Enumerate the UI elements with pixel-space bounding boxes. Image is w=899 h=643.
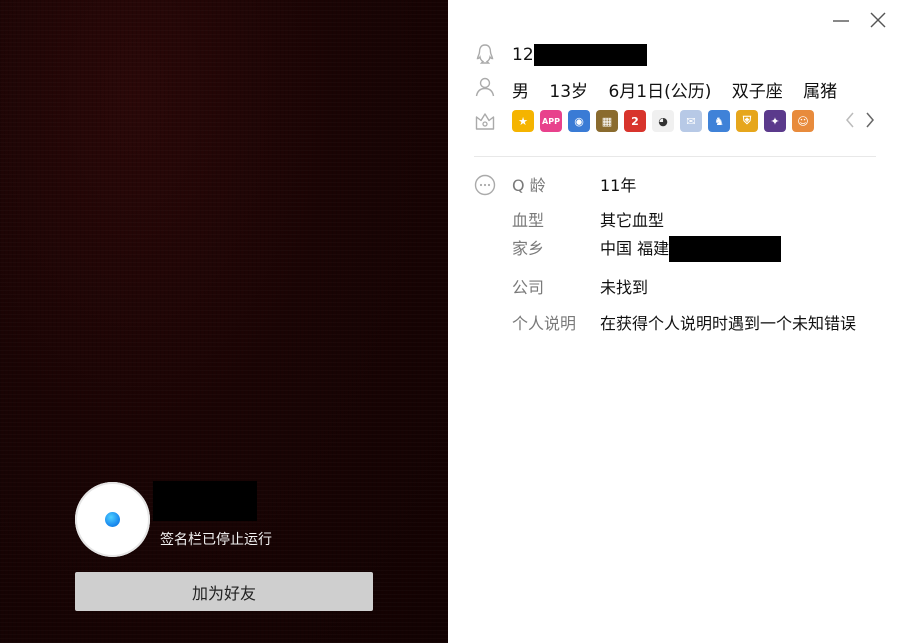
detail-value: 中国 福建 [600,239,670,258]
detail-value: 11年 [600,176,637,195]
red-gem-badge-icon[interactable]: 2 [624,110,646,132]
detail-value: 其它血型 [600,211,665,230]
detail-value: 未找到 [600,278,649,297]
shield-badge-icon[interactable]: ⛨ [736,110,758,132]
signature-text: 签名栏已停止运行 [160,532,272,548]
qq-number-prefix: 12 [512,45,534,65]
avatar[interactable] [75,482,150,557]
age: 13岁 [549,82,589,102]
detail-row-hometown: 家乡 中国 福建 [512,236,782,262]
badge-list: ★ APP ◉ ▦ 2 ◕ ✉ ♞ ⛨ ✦ ☺ [512,110,814,132]
prev-arrow-icon[interactable] [842,109,858,131]
divider [474,156,876,157]
detail-row-blood-type: 血型 其它血型 [512,207,664,231]
zodiac-sign: 双子座 [731,82,783,102]
detail-label: 血型 [512,211,545,230]
camera-badge-icon[interactable]: ◉ [568,110,590,132]
cow-badge-icon[interactable]: ◕ [652,110,674,132]
qq-number-redacted [533,44,647,66]
magic-wand-badge-icon[interactable]: ✦ [764,110,786,132]
monkey-badge-icon[interactable]: ☺ [792,110,814,132]
detail-row-qage: Q 龄 11年 [512,172,636,196]
detail-label: 公司 [512,278,545,297]
hometown-redacted [669,236,782,262]
detail-row-company: 公司 未找到 [512,274,648,298]
penguin-icon [476,44,494,64]
close-button[interactable] [868,10,888,30]
chinese-zodiac: 属猪 [803,82,838,102]
minimize-icon [833,20,849,22]
birthday: 6月1日(公历) [608,82,712,102]
treasure-chest-badge-icon[interactable]: ▦ [596,110,618,132]
crown-icon [475,113,495,130]
mail-badge-icon[interactable]: ✉ [680,110,702,132]
more-info-icon [474,174,496,196]
detail-value: 在获得个人说明时遇到一个未知错误 [600,314,857,333]
online-status-icon [105,512,120,527]
star-badge-icon[interactable]: ★ [512,110,534,132]
person-icon [475,77,495,97]
basic-profile: 男 13岁 6月1日(公历) 双子座 属猪 [512,77,852,102]
qq-number: 12 [512,44,647,66]
gender: 男 [512,82,529,102]
minimize-button[interactable] [831,10,851,30]
detail-label: 家乡 [512,239,545,258]
close-icon [870,12,886,28]
nickname-redacted [153,481,257,521]
game-character-badge-icon[interactable]: ♞ [708,110,730,132]
detail-label: 个人说明 [512,314,577,333]
detail-label: Q 龄 [512,176,546,195]
add-friend-button[interactable]: 加为好友 [75,572,373,611]
next-arrow-icon[interactable] [862,109,878,131]
detail-row-personal-note: 个人说明 在获得个人说明时遇到一个未知错误 [512,310,856,334]
app-badge-icon[interactable]: APP [540,110,562,132]
